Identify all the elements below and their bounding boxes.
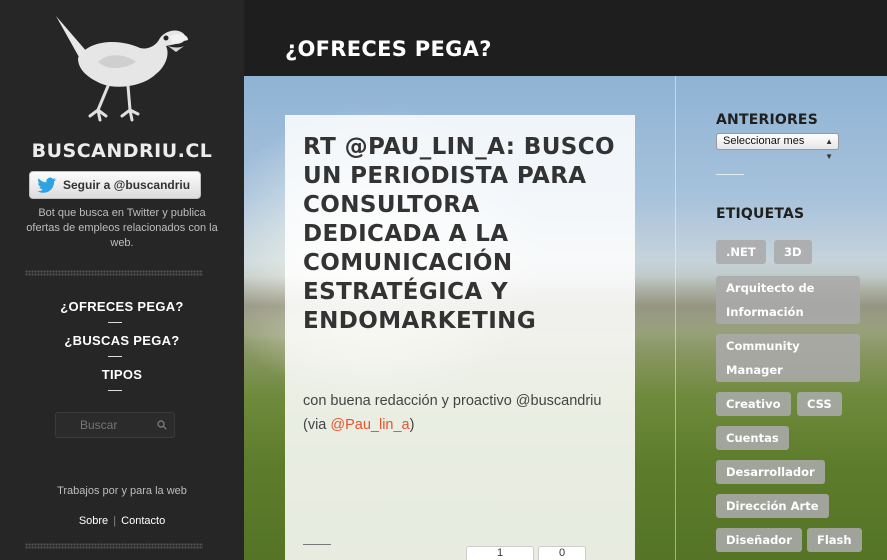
tag-3d[interactable]: 3D	[774, 240, 812, 264]
archive-heading: ANTERIORES	[716, 112, 818, 128]
column-divider	[675, 76, 676, 560]
caret-icon: ▲ ▼	[825, 137, 833, 161]
post-excerpt: con buena redacción y proactivo @buscand…	[303, 389, 623, 437]
nav-separator	[108, 322, 122, 323]
sidebar: BUSCANDRIU.CL Seguir a @buscandriu Bot q…	[0, 0, 244, 560]
content-area: RT @PAU_LIN_A: BUSCO UN PERIODISTA PARA …	[244, 76, 887, 560]
post-title[interactable]: RT @PAU_LIN_A: BUSCO UN PERIODISTA PARA …	[303, 133, 623, 336]
tag-disenador[interactable]: Diseñador	[716, 528, 802, 552]
tag-css[interactable]: CSS	[797, 392, 842, 416]
post-divider	[303, 544, 331, 545]
tags-heading: ETIQUETAS	[716, 206, 805, 222]
bird-logo-icon[interactable]	[48, 10, 188, 128]
search-box	[55, 412, 175, 438]
dotted-divider	[25, 270, 203, 276]
site-tagline: Bot que busca en Twitter y publica ofert…	[26, 207, 218, 249]
page-header: ¿OFRECES PEGA?	[244, 0, 887, 76]
nav-separator	[108, 356, 122, 357]
page-title: ¿OFRECES PEGA?	[285, 37, 492, 61]
month-select[interactable]: Seleccionar mes ▲ ▼	[716, 133, 839, 161]
footer-link-contacto[interactable]: Contacto	[121, 515, 165, 527]
post-author-link[interactable]: @Pau_lin_a	[330, 417, 409, 433]
share-count-button[interactable]: 1	[466, 546, 534, 560]
tag-creativo[interactable]: Creativo	[716, 392, 791, 416]
month-select-value: Seleccionar mes	[723, 135, 805, 147]
tag-dotnet[interactable]: .NET	[716, 240, 766, 264]
search-input[interactable]	[70, 413, 160, 437]
tag-desarrollador[interactable]: Desarrollador	[716, 460, 825, 484]
footer-text: Trabajos por y para la web	[57, 485, 187, 497]
tag-community-manager[interactable]: Community Manager	[716, 334, 860, 382]
tag-flash[interactable]: Flash	[807, 528, 862, 552]
footer-links: Sobre | Contacto	[0, 515, 244, 527]
nav-item-ofreces-pega[interactable]: ¿OFRECES PEGA?	[0, 299, 244, 314]
nav-item-tipos[interactable]: TIPOS	[0, 367, 244, 382]
footer-link-separator: |	[113, 515, 117, 527]
dotted-divider	[25, 543, 203, 549]
footer-link-sobre[interactable]: Sobre	[79, 515, 108, 527]
section-divider	[716, 174, 744, 175]
site-title[interactable]: BUSCANDRIU.CL	[0, 140, 244, 162]
tag-arquitecto-informacion[interactable]: Arquitecto de Información	[716, 276, 860, 324]
follow-button-label: Seguir a @buscandriu	[63, 178, 191, 192]
post-excerpt-end: )	[409, 417, 415, 433]
tag-cuentas[interactable]: Cuentas	[716, 426, 789, 450]
search-icon[interactable]	[157, 420, 167, 430]
nav-item-buscas-pega[interactable]: ¿BUSCAS PEGA?	[0, 333, 244, 348]
right-column: ANTERIORES Seleccionar mes ▲ ▼ ETIQUETAS …	[716, 112, 886, 552]
tag-direccion-arte[interactable]: Dirección Arte	[716, 494, 829, 518]
twitter-bird-icon	[37, 177, 56, 193]
follow-twitter-button[interactable]: Seguir a @buscandriu	[29, 171, 201, 199]
like-count-button[interactable]: 0	[538, 546, 586, 560]
nav-separator	[108, 390, 122, 391]
post-card: RT @PAU_LIN_A: BUSCO UN PERIODISTA PARA …	[285, 115, 635, 560]
